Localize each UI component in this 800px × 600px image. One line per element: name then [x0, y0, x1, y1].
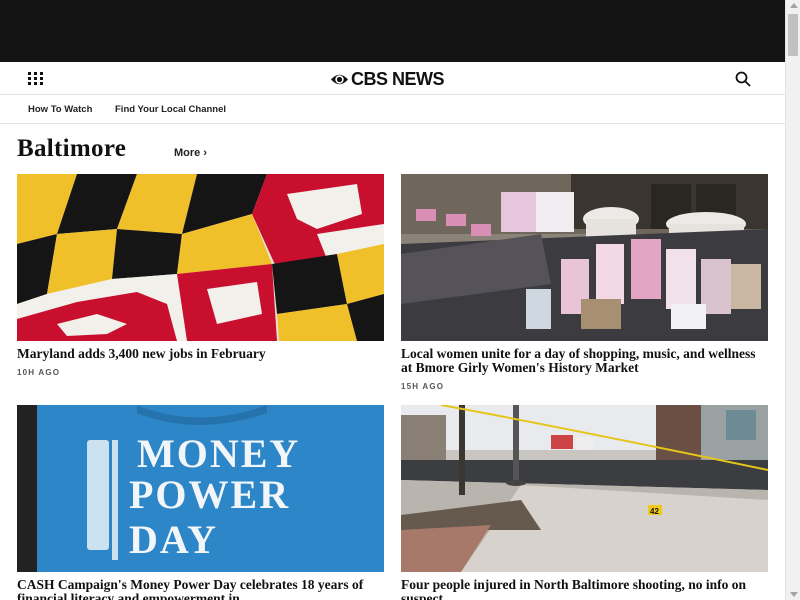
story-card[interactable]: 42 Four people injured in North Baltimor… [401, 405, 768, 600]
story-card[interactable]: Local women unite for a day of shopping,… [401, 174, 768, 391]
money-power-day-shirt-image: MONEY POWER DAY [17, 405, 384, 572]
nav-how-to-watch[interactable]: How To Watch [28, 104, 92, 115]
maryland-flag-image [17, 174, 384, 341]
cbs-news-logo[interactable]: CBS NEWS [330, 68, 445, 89]
story-timestamp: 10H AGO [17, 368, 61, 377]
sub-navigation: How To Watch Find Your Local Channel [0, 95, 785, 124]
grid-menu-icon[interactable] [28, 72, 43, 85]
story-headline[interactable]: Local women unite for a day of shopping,… [401, 347, 768, 375]
shirt-text-day: DAY [129, 517, 218, 562]
story-headline[interactable]: CASH Campaign's Money Power Day celebrat… [17, 578, 384, 600]
evidence-marker-label: 42 [650, 507, 659, 516]
shirt-text-power: POWER [129, 472, 290, 517]
story-headline[interactable]: Four people injured in North Baltimore s… [401, 578, 768, 600]
chevron-right-icon: › [203, 147, 207, 159]
nav-find-local-channel[interactable]: Find Your Local Channel [115, 104, 226, 115]
advertisement-banner [0, 0, 785, 62]
search-icon[interactable] [735, 71, 751, 87]
shirt-text-money: MONEY [137, 431, 300, 476]
more-link[interactable]: More › [174, 147, 207, 159]
story-timestamp: 15H AGO [401, 382, 445, 391]
scroll-up-arrow-icon[interactable] [790, 3, 798, 8]
story-headline[interactable]: Maryland adds 3,400 new jobs in February [17, 347, 384, 361]
page-scrollbar[interactable] [785, 0, 800, 600]
scroll-thumb[interactable] [788, 14, 798, 56]
section-title: Baltimore [17, 135, 127, 162]
market-table-image [401, 174, 768, 341]
cbs-eye-icon [331, 74, 348, 84]
story-card[interactable]: MONEY POWER DAY CASH Campaign's Money Po… [17, 405, 384, 600]
scroll-down-arrow-icon[interactable] [790, 592, 798, 597]
logo-text: CBS NEWS [351, 68, 445, 89]
story-card[interactable]: Maryland adds 3,400 new jobs in February… [17, 174, 384, 377]
more-label: More [174, 147, 201, 159]
site-header: CBS NEWS [0, 62, 785, 95]
street-shooting-scene-image: 42 [401, 405, 768, 572]
